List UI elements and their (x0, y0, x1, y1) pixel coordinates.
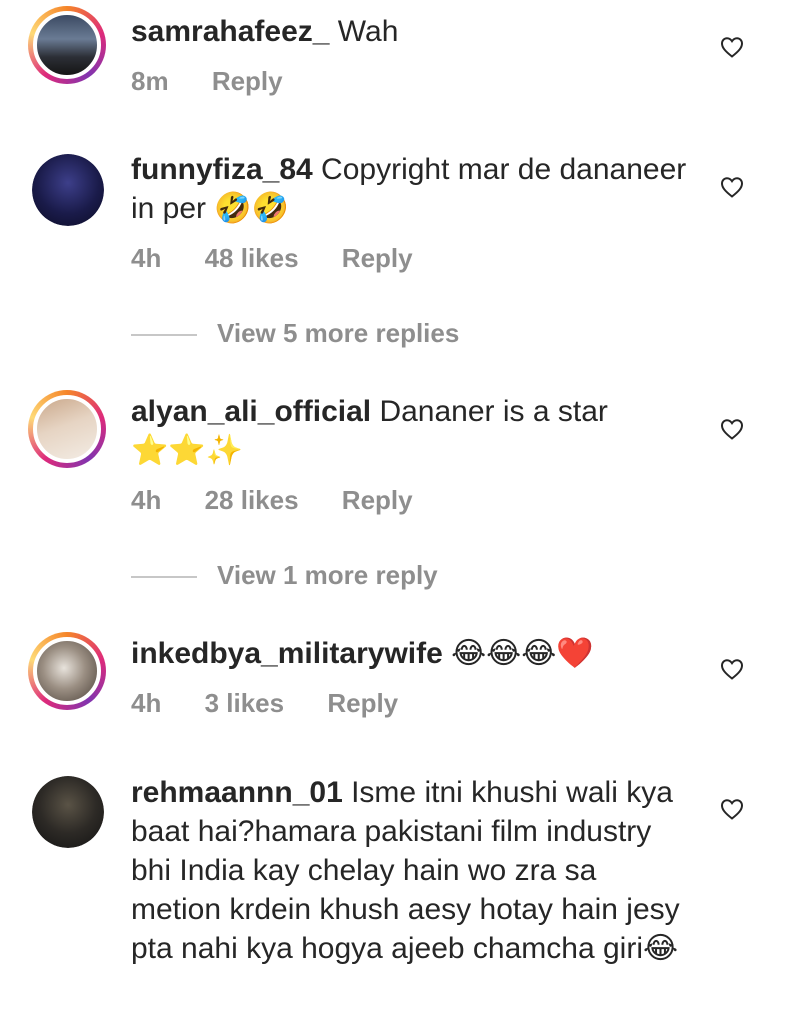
comment-username[interactable]: rehmaannn_01 (131, 776, 343, 809)
avatar[interactable] (28, 632, 106, 710)
comment-body: Wah (329, 15, 399, 48)
comment-username[interactable]: funnyfiza_84 (131, 153, 313, 186)
view-more-label[interactable]: View 5 more replies (217, 318, 459, 348)
comment-username[interactable]: alyan_ali_official (131, 395, 371, 428)
avatar[interactable] (32, 776, 104, 848)
avatar[interactable] (28, 390, 106, 468)
heart-outline-icon[interactable] (720, 176, 744, 198)
comment-likes[interactable]: 28 likes (205, 485, 299, 515)
comment-text: alyan_ali_official Dananer is a star ⭐⭐✨ (131, 392, 691, 470)
comment-time: 4h (131, 485, 162, 515)
comment-likes[interactable]: 3 likes (205, 688, 285, 718)
heart-outline-icon[interactable] (720, 36, 744, 58)
reply-button[interactable]: Reply (342, 485, 413, 515)
divider (131, 334, 197, 337)
reply-button[interactable]: Reply (342, 243, 413, 273)
comment-text: rehmaannn_01 Isme itni khushi wali kya b… (131, 773, 691, 968)
comment-text: samrahafeez_ Wah (131, 12, 691, 51)
view-more-replies[interactable]: View 5 more replies (131, 318, 459, 349)
comment-time: 4h (131, 688, 162, 718)
comment-text: funnyfiza_84 Copyright mar de dananeer i… (131, 150, 691, 228)
comment-username[interactable]: samrahafeez_ (131, 15, 329, 48)
comment-meta: 4h 48 likes Reply (131, 243, 449, 274)
comment-body: 😂😂😂❤️ (442, 637, 594, 670)
avatar[interactable] (28, 6, 106, 84)
comment-meta: 8m Reply (131, 66, 319, 97)
comment-meta: 4h 28 likes Reply (131, 485, 449, 516)
reply-button[interactable]: Reply (327, 688, 398, 718)
view-more-replies[interactable]: View 1 more reply (131, 560, 438, 591)
comment-username[interactable]: inkedbya_militarywife (131, 637, 443, 670)
comment-meta: 4h 3 likes Reply (131, 688, 434, 719)
comment-time: 8m (131, 66, 169, 96)
heart-outline-icon[interactable] (720, 418, 744, 440)
heart-outline-icon[interactable] (720, 658, 744, 680)
heart-outline-icon[interactable] (720, 798, 744, 820)
divider (131, 576, 197, 579)
view-more-label[interactable]: View 1 more reply (217, 560, 438, 590)
comment-time: 4h (131, 243, 162, 273)
comment-text: inkedbya_militarywife 😂😂😂❤️ (131, 634, 691, 673)
avatar[interactable] (32, 154, 104, 226)
comment-likes[interactable]: 48 likes (205, 243, 299, 273)
reply-button[interactable]: Reply (212, 66, 283, 96)
